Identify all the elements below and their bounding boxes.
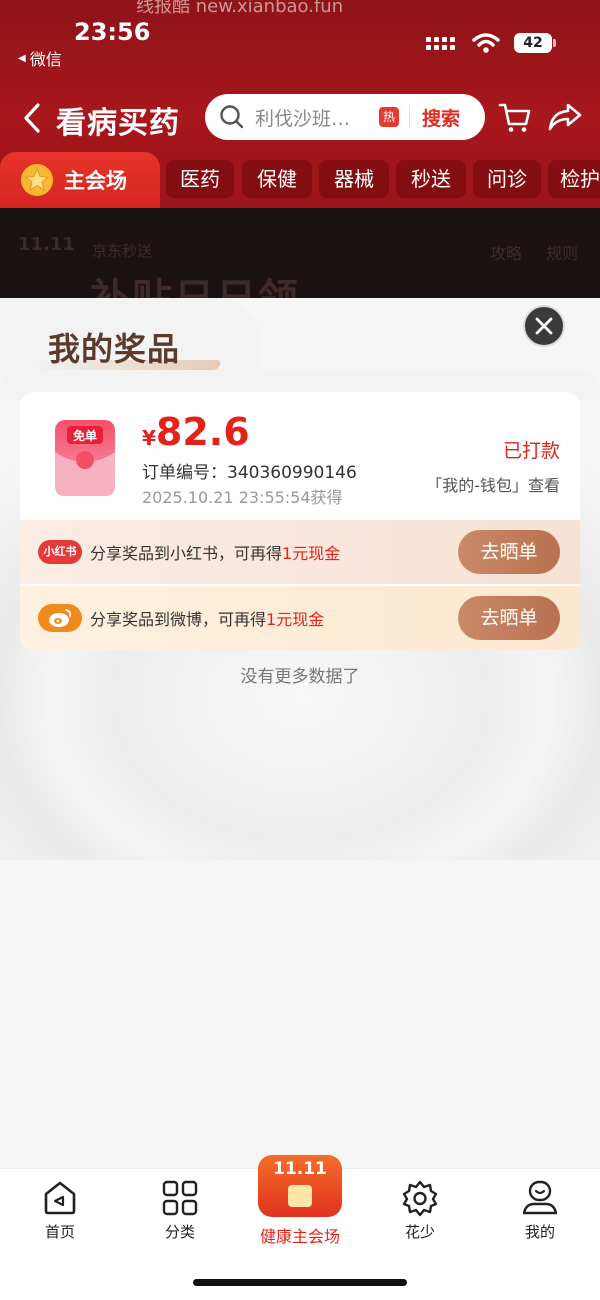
nav-bar: 看病买药 利伐沙班… 热 搜索 — [0, 92, 600, 144]
wallet-hint-link[interactable]: 「我的-钱包」查看 — [426, 472, 560, 496]
share-prefix: 分享奖品到小红书，可再得 — [90, 544, 283, 563]
amount-value: 82.6 — [155, 410, 250, 454]
cellular-signal-icon — [426, 36, 458, 50]
grid-icon — [162, 1180, 198, 1216]
watermark-text: 线报酷 new.xianbao.fun — [136, 0, 344, 17]
page-title: 看病买药 — [56, 106, 180, 141]
tab-main-label: 主会场 — [64, 169, 127, 193]
search-divider — [409, 106, 410, 128]
back-app-label: 微信 — [29, 50, 62, 69]
tab-medicine[interactable]: 医药 — [166, 160, 234, 198]
gift-box-icon — [288, 1185, 312, 1207]
nav-category[interactable]: 分类 — [140, 1179, 220, 1242]
home-indicator — [193, 1279, 407, 1286]
share-text-weibo: 分享奖品到微博，可再得1元现金 — [90, 606, 324, 630]
nav-category-label: 分类 — [164, 1223, 195, 1241]
search-icon — [220, 105, 244, 129]
nav-huashao[interactable]: 花少 — [380, 1179, 460, 1242]
battery-indicator: 42 — [514, 33, 556, 53]
share-row-weibo: 分享奖品到微博，可再得1元现金 去晒单 — [20, 586, 580, 650]
home-icon — [44, 1181, 76, 1215]
search-button[interactable]: 搜索 — [422, 104, 460, 131]
back-to-app[interactable]: ◀ 微信 — [18, 46, 62, 70]
status-time: 23:56 — [74, 18, 151, 46]
tab-devices[interactable]: 器械 — [319, 160, 389, 198]
tab-main-venue[interactable]: 主会场 — [0, 152, 160, 208]
free-order-redpacket-icon: 免单 — [55, 420, 115, 496]
back-triangle-icon: ◀ — [18, 52, 26, 64]
banner-brand: 京东秒送 — [92, 242, 153, 260]
category-tabs: 主会场 医药 保健 器械 秒送 问诊 检护 — [0, 152, 600, 208]
weibo-logo — [38, 604, 82, 632]
back-arrow-icon[interactable] — [18, 102, 48, 134]
banner-event: 11.11 — [18, 234, 75, 255]
star-icon — [21, 164, 53, 196]
share-reward: 1元现金 — [282, 544, 341, 563]
weibo-icon — [49, 609, 72, 627]
banner-links: 攻略 规则 — [466, 240, 578, 264]
banner-link-rules: 规则 — [545, 244, 578, 263]
payment-status: 已打款 — [502, 440, 560, 462]
nav-home-label: 首页 — [44, 1223, 75, 1241]
no-more-data-text: 没有更多数据了 — [240, 667, 360, 687]
share-order-button-weibo[interactable]: 去晒单 — [458, 596, 560, 640]
sheet-bottom-fill — [0, 860, 600, 1170]
currency-symbol: ¥ — [142, 426, 156, 450]
obtained-time: 2025.10.21 23:55:54获得 — [142, 488, 343, 507]
sheet-title: 我的奖品 — [48, 330, 181, 368]
share-prefix: 分享奖品到微博，可再得 — [90, 610, 267, 629]
app-header: 线报酷 new.xianbao.fun 23:56 ◀ 微信 42 看病买药 利… — [0, 0, 600, 208]
wifi-icon — [472, 33, 500, 53]
user-icon — [522, 1180, 558, 1215]
redpacket-label: 免单 — [73, 428, 97, 443]
share-reward: 1元现金 — [266, 610, 325, 629]
nav-home[interactable]: 首页 — [20, 1179, 100, 1242]
flower-gear-icon — [402, 1180, 438, 1217]
tab-health-care[interactable]: 保健 — [242, 160, 312, 198]
share-icon[interactable] — [547, 100, 583, 134]
tab-express[interactable]: 秒送 — [396, 160, 466, 198]
share-text-xiaohongshu: 分享奖品到小红书，可再得1元现金 — [90, 540, 340, 564]
close-button[interactable] — [523, 305, 565, 347]
share-row-xiaohongshu: 小红书 分享奖品到小红书，可再得1元现金 去晒单 — [20, 520, 580, 584]
prize-card: 免单 ¥82.6 订单编号：340360990146 2025.10.21 23… — [20, 392, 580, 650]
search-placeholder: 利伐沙班… — [255, 107, 351, 130]
order-number: 订单编号：340360990146 — [142, 463, 357, 483]
tab-inspection[interactable]: 检护 — [548, 160, 600, 198]
nav-health-main-venue[interactable]: 11.11 健康主会场 — [240, 1155, 360, 1247]
xiaohongshu-logo: 小红书 — [38, 540, 82, 564]
hot-badge: 热 — [379, 107, 399, 127]
search-input[interactable]: 利伐沙班… 热 搜索 — [205, 94, 485, 140]
event-1111-badge: 11.11 — [258, 1155, 342, 1217]
nav-mine[interactable]: 我的 — [500, 1179, 580, 1242]
center-badge-text: 11.11 — [273, 1159, 327, 1179]
nav-huashao-label: 花少 — [404, 1223, 435, 1241]
tab-consultation[interactable]: 问诊 — [473, 160, 541, 198]
banner-link-guide: 攻略 — [489, 244, 522, 263]
status-indicators: 42 — [426, 32, 556, 54]
nav-center-label: 健康主会场 — [259, 1227, 340, 1246]
close-icon — [535, 317, 553, 335]
prize-amount: ¥82.6 — [142, 410, 250, 454]
nav-mine-label: 我的 — [524, 1223, 555, 1241]
cart-icon[interactable] — [498, 100, 532, 134]
share-order-button-xiaohongshu[interactable]: 去晒单 — [458, 530, 560, 574]
